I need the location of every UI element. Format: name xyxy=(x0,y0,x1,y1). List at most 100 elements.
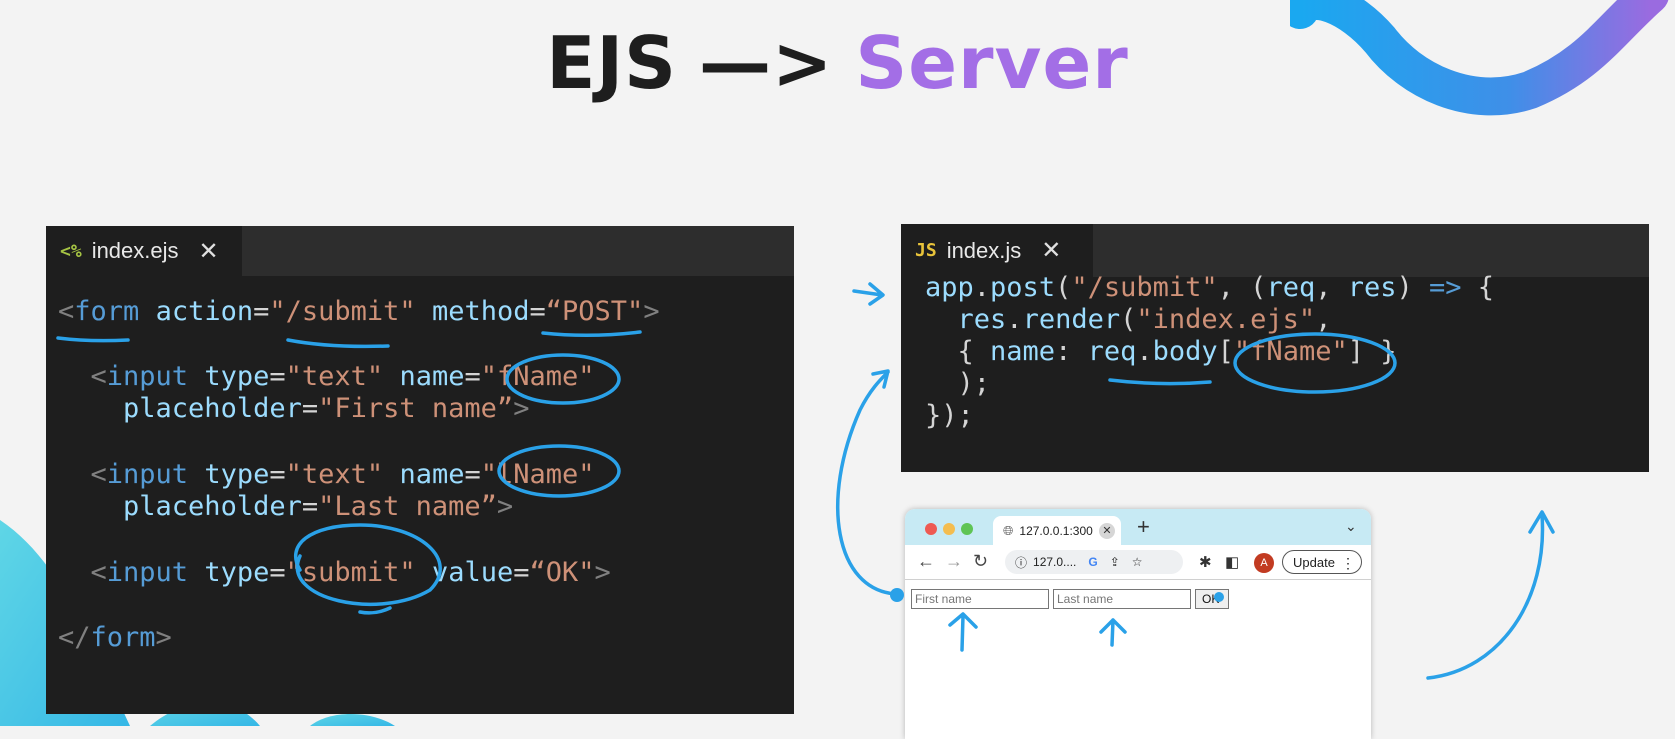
code-token: = xyxy=(301,393,319,424)
code-line: }); xyxy=(925,400,974,431)
new-tab-icon[interactable]: + xyxy=(1137,514,1150,540)
code-token: "submit" xyxy=(285,557,416,588)
code-token: name xyxy=(399,459,465,490)
code-token: > xyxy=(594,557,611,588)
back-icon[interactable]: ← xyxy=(917,551,935,572)
close-tab-icon[interactable]: ✕ xyxy=(199,237,219,266)
code-token: , xyxy=(1315,272,1348,303)
tab-list-chevron-icon[interactable]: ⌄ xyxy=(1345,518,1357,535)
code-token: }); xyxy=(925,400,974,431)
code-line: </form> xyxy=(58,622,172,653)
code-token: = xyxy=(529,296,546,327)
code-token: "text" xyxy=(285,361,384,392)
code-token: ) xyxy=(1396,272,1430,303)
bookmark-star-icon[interactable]: ☆ xyxy=(1132,555,1143,569)
site-info-icon[interactable]: ⓘ xyxy=(1015,554,1027,571)
globe-icon: 🌐︎ xyxy=(1003,522,1014,538)
code-line: ); xyxy=(925,368,991,399)
title-server: Server xyxy=(855,21,1129,105)
code-token: placeholder xyxy=(123,393,302,424)
address-bar[interactable]: ⓘ 127.0.... G ⇪ ☆ xyxy=(1005,550,1183,574)
code-token: = xyxy=(253,296,270,327)
code-token: req xyxy=(1266,272,1316,303)
editor-tab-bar: JS index.js ✕ xyxy=(901,224,1649,277)
code-token: . xyxy=(973,272,991,303)
code-token: "Last name” xyxy=(318,491,497,522)
code-line: { name: req.body["fName"] } xyxy=(925,336,1397,367)
code-token: ( xyxy=(1120,304,1137,335)
code-token: "text" xyxy=(285,459,384,490)
close-tab-icon[interactable]: ✕ xyxy=(1041,236,1061,265)
share-icon[interactable]: ⇪ xyxy=(1110,555,1120,569)
code-line: app.post("/submit", (req, res) => { xyxy=(925,272,1494,303)
code-token: = xyxy=(269,459,286,490)
code-token: input xyxy=(106,557,189,588)
code-token: "First name” xyxy=(318,393,514,424)
code-token: "/submit" xyxy=(1071,272,1218,303)
code-token: ( xyxy=(1055,272,1072,303)
code-token: value xyxy=(431,557,514,588)
code-token: ); xyxy=(925,368,991,399)
code-token: . xyxy=(1006,304,1023,335)
code-line: <input type="text" name="lName" xyxy=(58,459,595,490)
google-icon[interactable]: G xyxy=(1088,555,1097,569)
code-token: : xyxy=(1055,336,1088,367)
code-token: = xyxy=(464,459,481,490)
tab-index-js[interactable]: JS index.js ✕ xyxy=(901,224,1093,277)
code-token: => xyxy=(1429,272,1462,303)
code-token: method xyxy=(431,296,530,327)
code-token: ] } xyxy=(1347,336,1397,367)
first-name-input[interactable]: First name xyxy=(911,589,1049,609)
ok-submit-button[interactable]: OK xyxy=(1195,589,1229,609)
dot-left xyxy=(890,588,904,602)
code-line: placeholder="First name”> xyxy=(58,393,529,424)
browser-tab[interactable]: 🌐︎ 127.0.0.1:300 ✕ xyxy=(993,516,1121,545)
side-panel-icon[interactable]: ◧ xyxy=(1225,553,1239,571)
code-token: render xyxy=(1022,304,1121,335)
code-token: . xyxy=(1136,336,1153,367)
code-token: > xyxy=(643,296,660,327)
code-token: action xyxy=(155,296,254,327)
title-ejs: EJS xyxy=(546,21,678,105)
code-token: body xyxy=(1152,336,1218,367)
code-token: post xyxy=(990,272,1056,303)
js-code-editor: JS index.js ✕ app.post("/submit", (req, … xyxy=(901,224,1649,472)
maximize-window-dot[interactable] xyxy=(961,523,973,535)
code-token: > xyxy=(155,622,172,653)
code-line: placeholder="Last name”> xyxy=(58,491,513,522)
update-button[interactable]: Update xyxy=(1282,550,1362,575)
minimize-window-dot[interactable] xyxy=(943,523,955,535)
code-token: placeholder xyxy=(123,491,302,522)
extensions-icon[interactable]: ✱ xyxy=(1199,553,1212,571)
address-text: 127.0.... xyxy=(1033,555,1077,569)
code-line: <form action="/submit" method=“POST"> xyxy=(58,296,660,327)
code-token: = xyxy=(269,361,286,392)
code-token: res xyxy=(957,304,1007,335)
code-token: , xyxy=(1315,304,1332,335)
profile-avatar[interactable]: A xyxy=(1254,553,1274,573)
tab-label: index.js xyxy=(946,237,1022,263)
code-token: { xyxy=(925,336,991,367)
close-window-dot[interactable] xyxy=(925,523,937,535)
last-name-input[interactable]: Last name xyxy=(1053,589,1191,609)
arrow-left-margin xyxy=(852,282,885,306)
code-token: </ xyxy=(58,622,91,653)
tab-index-ejs[interactable]: <% index.ejs ✕ xyxy=(46,226,242,276)
slide-title: EJS —> Server xyxy=(0,18,1675,108)
forward-icon[interactable]: → xyxy=(945,551,963,572)
reload-icon[interactable]: ↻ xyxy=(973,551,988,572)
code-token: "fName" xyxy=(480,361,595,392)
close-browser-tab-icon[interactable]: ✕ xyxy=(1099,522,1115,539)
code-token: “OK" xyxy=(529,557,595,588)
code-token: input xyxy=(106,459,189,490)
code-line: <input type="submit" value=“OK"> xyxy=(58,557,611,588)
